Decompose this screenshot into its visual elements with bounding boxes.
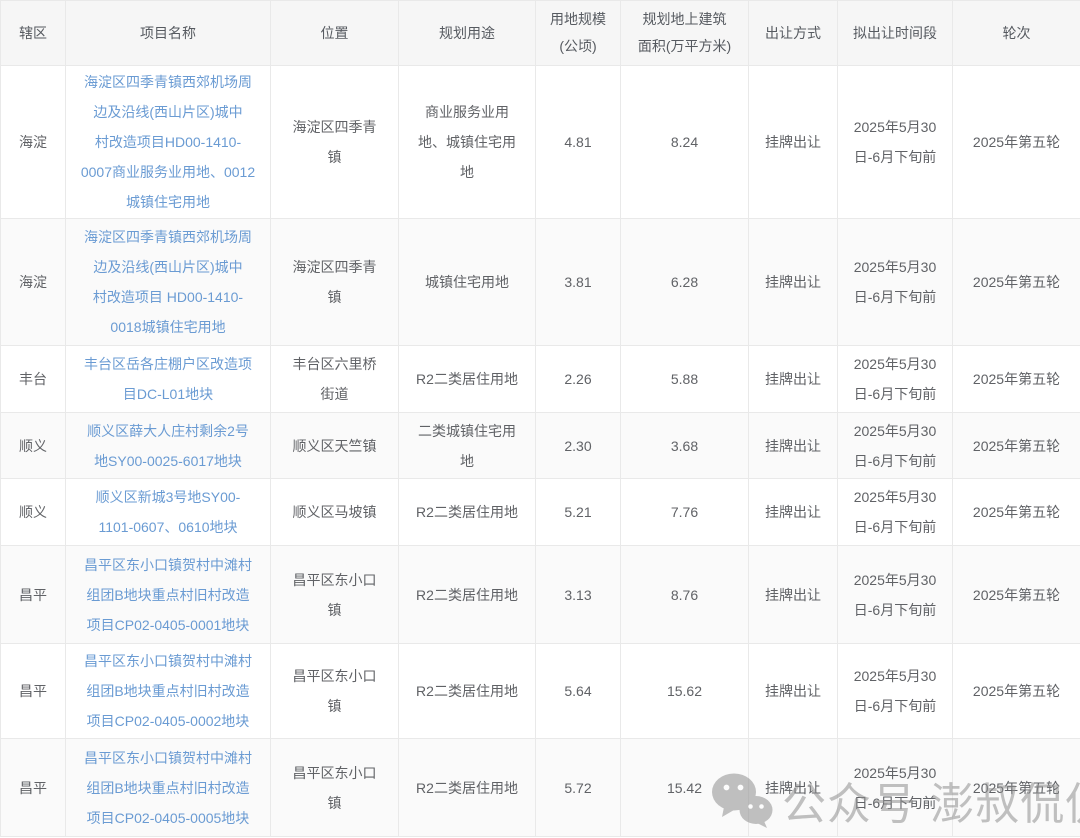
cell-transfer-method: 挂牌出让 [749,479,838,546]
cell-building-area: 6.28 [621,219,749,346]
cell-land-scale: 2.26 [536,346,621,413]
cell-land-scale: 3.81 [536,219,621,346]
cell-land-scale: 2.30 [536,413,621,479]
cell-building-area: 3.68 [621,413,749,479]
cell-transfer-period: 2025年5月30 日-6月下旬前 [838,739,953,837]
cell-round: 2025年第五轮 [953,739,1080,837]
cell-location: 昌平区东小口 镇 [271,546,399,644]
cell-location: 海淀区四季青 镇 [271,219,399,346]
cell-round: 2025年第五轮 [953,479,1080,546]
cell-land-scale: 5.72 [536,739,621,837]
cell-usage: R2二类居住用地 [399,644,536,739]
cell-project-link[interactable]: 昌平区东小口镇贺村中滩村 组团B地块重点村旧村改造 项目CP02-0405-00… [66,644,271,739]
cell-transfer-method: 挂牌出让 [749,66,838,219]
cell-land-scale: 5.64 [536,644,621,739]
cell-transfer-period: 2025年5月30 日-6月下旬前 [838,644,953,739]
cell-building-area: 8.24 [621,66,749,219]
column-header-project: 项目名称 [66,1,271,66]
cell-transfer-period: 2025年5月30 日-6月下旬前 [838,413,953,479]
cell-usage: 城镇住宅用地 [399,219,536,346]
table-row: 昌平 昌平区东小口镇贺村中滩村 组团B地块重点村旧村改造 项目CP02-0405… [1,546,1080,644]
cell-transfer-period: 2025年5月30 日-6月下旬前 [838,66,953,219]
cell-transfer-method: 挂牌出让 [749,219,838,346]
cell-building-area: 5.88 [621,346,749,413]
cell-project-link[interactable]: 海淀区四季青镇西郊机场周 边及沿线(西山片区)城中 村改造项目 HD00-141… [66,219,271,346]
cell-building-area: 8.76 [621,546,749,644]
column-header-district: 辖区 [1,1,66,66]
cell-transfer-method: 挂牌出让 [749,413,838,479]
cell-project-link[interactable]: 丰台区岳各庄棚户区改造项 目DC-L01地块 [66,346,271,413]
column-header-round: 轮次 [953,1,1080,66]
cell-location: 昌平区东小口 镇 [271,644,399,739]
column-header-usage: 规划用途 [399,1,536,66]
cell-transfer-period: 2025年5月30 日-6月下旬前 [838,219,953,346]
cell-project-link[interactable]: 顺义区薛大人庄村剩余2号 地SY00-0025-6017地块 [66,413,271,479]
column-header-land-scale: 用地规模 (公顷) [536,1,621,66]
cell-district: 昌平 [1,644,66,739]
cell-district: 昌平 [1,546,66,644]
cell-transfer-method: 挂牌出让 [749,739,838,837]
cell-usage: R2二类居住用地 [399,739,536,837]
cell-usage: 商业服务业用 地、城镇住宅用 地 [399,66,536,219]
cell-building-area: 15.62 [621,644,749,739]
cell-transfer-period: 2025年5月30 日-6月下旬前 [838,479,953,546]
cell-round: 2025年第五轮 [953,644,1080,739]
cell-usage: R2二类居住用地 [399,479,536,546]
column-header-building-area: 规划地上建筑 面积(万平方米) [621,1,749,66]
land-supply-table: 辖区 项目名称 位置 规划用途 用地规模 (公顷) 规划地上建筑 面积(万平方米… [0,0,1080,837]
cell-building-area: 15.42 [621,739,749,837]
cell-district: 海淀 [1,219,66,346]
cell-transfer-period: 2025年5月30 日-6月下旬前 [838,546,953,644]
cell-district: 顺义 [1,413,66,479]
cell-transfer-period: 2025年5月30 日-6月下旬前 [838,346,953,413]
cell-usage: R2二类居住用地 [399,346,536,413]
cell-district: 丰台 [1,346,66,413]
cell-location: 海淀区四季青 镇 [271,66,399,219]
header-row: 辖区 项目名称 位置 规划用途 用地规模 (公顷) 规划地上建筑 面积(万平方米… [1,1,1080,66]
cell-round: 2025年第五轮 [953,66,1080,219]
cell-district: 昌平 [1,739,66,837]
cell-location: 顺义区马坡镇 [271,479,399,546]
table-row: 昌平 昌平区东小口镇贺村中滩村 组团B地块重点村旧村改造 项目CP02-0405… [1,739,1080,837]
cell-location: 丰台区六里桥 街道 [271,346,399,413]
cell-land-scale: 3.13 [536,546,621,644]
table-row: 丰台 丰台区岳各庄棚户区改造项 目DC-L01地块 丰台区六里桥 街道 R2二类… [1,346,1080,413]
cell-transfer-method: 挂牌出让 [749,546,838,644]
cell-district: 顺义 [1,479,66,546]
cell-round: 2025年第五轮 [953,346,1080,413]
cell-project-link[interactable]: 昌平区东小口镇贺村中滩村 组团B地块重点村旧村改造 项目CP02-0405-00… [66,739,271,837]
cell-project-link[interactable]: 海淀区四季青镇西郊机场周 边及沿线(西山片区)城中 村改造项目HD00-1410… [66,66,271,219]
column-header-location: 位置 [271,1,399,66]
cell-transfer-method: 挂牌出让 [749,644,838,739]
table-row: 昌平 昌平区东小口镇贺村中滩村 组团B地块重点村旧村改造 项目CP02-0405… [1,644,1080,739]
cell-project-link[interactable]: 昌平区东小口镇贺村中滩村 组团B地块重点村旧村改造 项目CP02-0405-00… [66,546,271,644]
cell-building-area: 7.76 [621,479,749,546]
cell-project-link[interactable]: 顺义区新城3号地SY00- 1101-0607、0610地块 [66,479,271,546]
cell-land-scale: 5.21 [536,479,621,546]
table-row: 顺义 顺义区薛大人庄村剩余2号 地SY00-0025-6017地块 顺义区天竺镇… [1,413,1080,479]
table-row: 顺义 顺义区新城3号地SY00- 1101-0607、0610地块 顺义区马坡镇… [1,479,1080,546]
cell-round: 2025年第五轮 [953,413,1080,479]
cell-usage: 二类城镇住宅用 地 [399,413,536,479]
cell-usage: R2二类居住用地 [399,546,536,644]
cell-round: 2025年第五轮 [953,546,1080,644]
table-row: 海淀 海淀区四季青镇西郊机场周 边及沿线(西山片区)城中 村改造项目 HD00-… [1,219,1080,346]
column-header-transfer-period: 拟出让时间段 [838,1,953,66]
table-row: 海淀 海淀区四季青镇西郊机场周 边及沿线(西山片区)城中 村改造项目HD00-1… [1,66,1080,219]
cell-location: 昌平区东小口 镇 [271,739,399,837]
cell-round: 2025年第五轮 [953,219,1080,346]
column-header-transfer-method: 出让方式 [749,1,838,66]
cell-district: 海淀 [1,66,66,219]
cell-location: 顺义区天竺镇 [271,413,399,479]
cell-land-scale: 4.81 [536,66,621,219]
cell-transfer-method: 挂牌出让 [749,346,838,413]
